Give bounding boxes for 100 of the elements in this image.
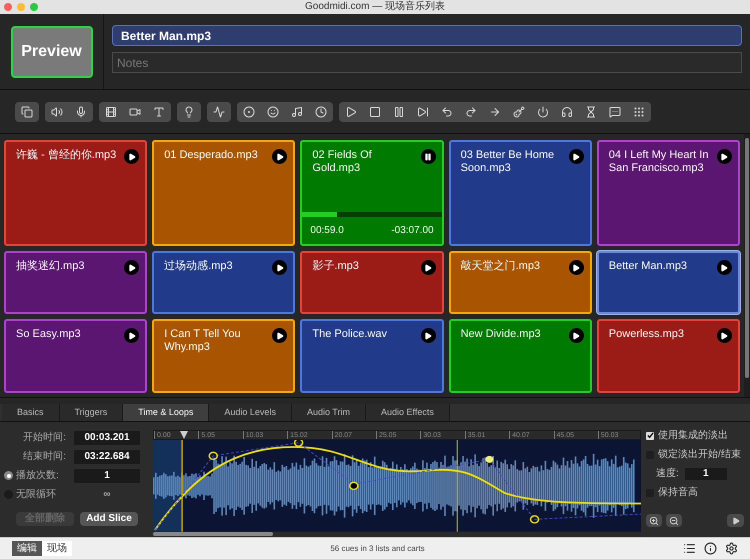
cart-tile[interactable]: I Can T Tell You Why.mp3 [152,319,296,393]
play-button[interactable] [420,328,436,343]
play-icon [128,332,136,340]
checkmark-icon [646,432,654,439]
tab[interactable]: Triggers [60,404,124,421]
microphone-icon[interactable] [75,106,87,118]
checkbox-label: 保持音高 [658,486,698,500]
cart-tile[interactable]: Powerless.mp3 [596,319,740,393]
preview-play-button[interactable] [727,514,744,527]
film-icon[interactable] [105,106,117,118]
chat-icon[interactable] [609,106,621,118]
redo-icon[interactable] [465,106,477,118]
remaining-time: -03:07.00 [391,224,434,238]
play-button[interactable] [716,149,732,164]
mode-tab[interactable]: 编辑 [12,541,42,556]
status-text: 56 cues in 3 lists and carts [329,542,426,554]
cart-title: 04 I Left My Heart In San Francisco.mp3 [608,149,710,175]
cart-tile[interactable]: 04 I Left My Heart In San Francisco.mp3 [596,140,740,246]
speed-field[interactable]: 1 [684,468,727,480]
pause-icon [424,152,432,160]
zoom-in-icon [649,516,659,526]
play-button[interactable] [420,260,436,275]
dots-icon[interactable] [633,106,645,118]
tab[interactable]: Audio Effects [366,404,450,421]
radio-label: 无限循环 [16,488,56,502]
stop-icon[interactable] [369,106,381,118]
tab[interactable]: Audio Trim [292,404,366,421]
smiley-icon[interactable] [267,106,279,118]
play-icon[interactable] [345,106,357,118]
checkbox[interactable] [646,432,654,440]
radio-button[interactable] [4,471,13,480]
play-button[interactable] [272,149,288,164]
play-icon [276,332,284,340]
list-icon[interactable] [683,542,696,555]
info-icon[interactable] [704,542,717,555]
lightbulb-icon[interactable] [183,106,195,118]
skip-icon[interactable] [417,106,429,118]
settings-icon[interactable] [725,542,738,555]
waveform-drawing[interactable] [153,440,641,532]
tab[interactable]: Time & Loops [123,404,210,421]
zoom-in-button[interactable] [646,514,662,527]
play-button[interactable] [568,328,584,343]
video-camera-icon[interactable] [129,106,141,118]
headphones-icon[interactable] [561,106,573,118]
play-icon [424,264,432,272]
clock-icon[interactable] [315,106,327,118]
arrow-right-icon[interactable] [489,106,501,118]
cart-tile[interactable]: 02 Fields Of Gold.mp3 00:59.0 -03:07.00 [300,140,444,246]
tab[interactable]: Audio Levels [209,404,292,421]
power-icon[interactable] [537,106,549,118]
cart-tile[interactable]: 许巍 - 曾经的你.mp3 [4,140,148,246]
play-button[interactable] [568,260,584,275]
cart-tile[interactable]: 01 Desperado.mp3 [152,140,296,246]
pause-button[interactable] [420,149,436,164]
cart-tile[interactable]: 03 Better Be Home Soon.mp3 [448,140,592,246]
cart-title: 影子.mp3 [312,260,360,273]
preview-button[interactable]: Preview [10,26,92,78]
cue-name-field[interactable]: Better Man.mp3 [112,25,742,46]
play-icon [572,152,580,160]
undo-icon[interactable] [441,106,453,118]
play-button[interactable] [124,260,140,275]
scrollbar[interactable] [744,134,750,397]
cart-title: Powerless.mp3 [608,328,685,341]
hourglass-icon[interactable] [585,106,597,118]
cart-tile[interactable]: 过场动感.mp3 [152,251,296,314]
time-field[interactable]: 00:03.201 [74,430,140,444]
cart-tile[interactable]: 抽奖迷幻.mp3 [4,251,148,314]
guitar-icon[interactable] [513,106,525,118]
checkbox-label: 锁定淡出开始/结束 [658,448,741,462]
music-note-icon[interactable] [291,106,303,118]
target-icon[interactable] [243,106,255,118]
time-field[interactable]: 03:22.684 [74,450,140,464]
play-button[interactable] [124,149,140,164]
cart-tile[interactable]: 敲天堂之门.mp3 [448,251,592,314]
cart-tile[interactable]: The Police.wav [300,319,444,393]
count-field[interactable]: 1 [74,468,140,482]
copy-icon[interactable] [21,106,33,118]
zoom-out-button[interactable] [666,514,682,527]
cart-tile[interactable]: 影子.mp3 [300,251,444,314]
play-button[interactable] [272,328,288,343]
play-button[interactable] [272,260,288,275]
play-icon [720,152,728,160]
play-button[interactable] [568,149,584,164]
slice-button[interactable]: Add Slice [80,512,138,526]
fade-icon[interactable] [213,106,225,118]
notes-field[interactable]: Notes [112,52,742,73]
cart-tile[interactable]: New Divide.mp3 [448,319,592,393]
cart-tile[interactable]: Better Man.mp3 [596,251,740,314]
pause-icon[interactable] [393,106,405,118]
cart-title: 03 Better Be Home Soon.mp3 [460,149,556,175]
volume-icon[interactable] [51,106,63,118]
cart-tile[interactable]: So Easy.mp3 [4,319,148,393]
time-label: 开始时间: [22,430,66,445]
play-button[interactable] [716,328,732,343]
play-button[interactable] [716,260,732,275]
play-icon [128,264,136,272]
mode-tab[interactable]: 现场 [42,541,72,556]
tab[interactable]: Basics [2,404,60,421]
play-button[interactable] [124,328,140,343]
text-icon[interactable] [153,106,165,118]
